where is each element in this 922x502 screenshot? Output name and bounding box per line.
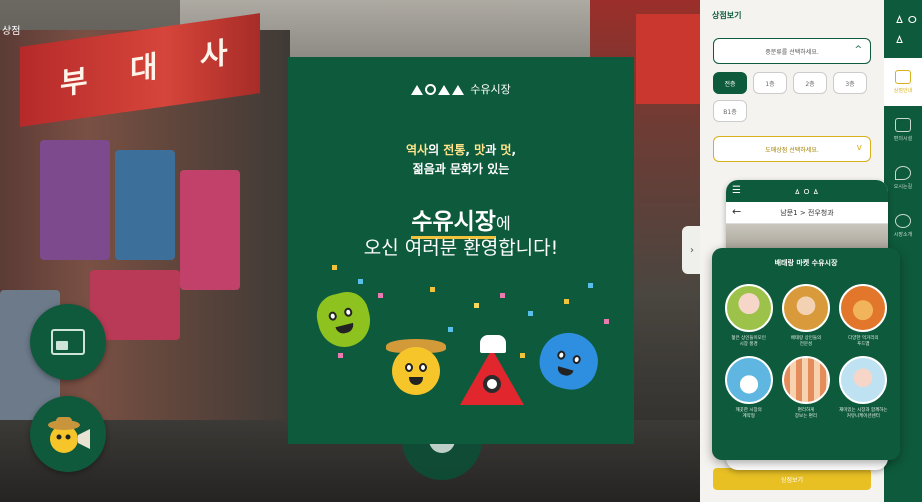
- mascot-megaphone-icon: [48, 417, 90, 453]
- map-pin-icon: [895, 166, 911, 180]
- market-card-item[interactable]: 깨끗한 시장의 계약형: [720, 356, 777, 420]
- screen-mode-button[interactable]: [30, 304, 106, 380]
- shop-select[interactable]: 도매상점 선택하세요. v: [713, 136, 871, 162]
- screen-icon: [51, 329, 85, 355]
- mobile-header: ☰ ㅿㅇㅿ: [726, 180, 888, 202]
- shop-select-value: 도매상점 선택하세요.: [765, 146, 819, 154]
- goods-stack: [40, 140, 110, 260]
- mobile-location: 남문1 > 전우청과: [780, 208, 834, 217]
- logo-mark-icon: [411, 83, 465, 95]
- confetti: [528, 311, 533, 316]
- market-thumb: [781, 356, 830, 404]
- info-icon: [895, 214, 911, 228]
- market-card-item[interactable]: 젊은 상인들이모인 시장 풍경: [720, 284, 777, 348]
- drawer-toggle-chevron-icon[interactable]: ›: [682, 226, 702, 274]
- mascot-green: [312, 287, 376, 353]
- goods-stack: [115, 150, 175, 260]
- goods-stack: [180, 170, 240, 290]
- confetti: [564, 299, 569, 304]
- nav-item-directions[interactable]: 오시는길: [884, 154, 922, 202]
- confetti: [588, 283, 593, 288]
- modal-subtitle: 역사의 전통, 맛과 멋, 젊음과 문화가 있는: [288, 141, 634, 179]
- modal-title-suffix: 에: [495, 214, 511, 233]
- confetti: [358, 279, 363, 284]
- mascot-red-eye: [483, 375, 501, 393]
- market-info-card: 배태랑 마켓 수유시장 젊은 상인들이모인 시장 풍경 배태랑 상인들의 전문성 다…: [712, 248, 900, 460]
- market-card-item[interactable]: 재미있는 시장과 함께하는 커뮤니케이션센터: [835, 356, 892, 420]
- category-select[interactable]: 중분류를 선택하세요. ^: [713, 38, 871, 64]
- mobile-location-bar: ← 남문1 > 전우청과: [726, 202, 888, 224]
- panel-title: 상점보기: [712, 11, 742, 20]
- logo-name: 수유시장: [470, 83, 511, 96]
- modal-title: 수유시장에: [288, 202, 634, 239]
- floor-button[interactable]: 2층: [793, 72, 827, 94]
- nav-item-shops[interactable]: 상점안내: [884, 58, 922, 106]
- floor-button[interactable]: 전층: [713, 72, 747, 94]
- modal-logo: 수유시장: [288, 81, 634, 97]
- market-thumb: [839, 284, 888, 332]
- modal-subtitle-line2: 젊음과 문화가 있는: [412, 162, 510, 176]
- modal-subtitle-line1: 역사의 전통, 맛과 멋,: [405, 143, 517, 157]
- modal-welcome-text: 오신 여러분 환영합니다!: [363, 237, 559, 259]
- confetti: [378, 293, 383, 298]
- nav-item-facilities[interactable]: 편의시설: [884, 106, 922, 154]
- scene-corner-label: 상점: [2, 26, 21, 37]
- nav-item-about[interactable]: 시장소개: [884, 202, 922, 250]
- confetti: [500, 293, 505, 298]
- floor-button[interactable]: 1층: [753, 72, 787, 94]
- floor-button[interactable]: B1층: [713, 100, 747, 122]
- sign-glyph: 사: [200, 36, 228, 74]
- store-icon: [895, 70, 911, 84]
- floor-button[interactable]: 3층: [833, 72, 867, 94]
- market-thumb: [781, 284, 830, 332]
- back-arrow-icon[interactable]: ←: [732, 205, 741, 218]
- market-thumb: [724, 356, 773, 404]
- mascot-audio-button[interactable]: [30, 396, 106, 472]
- mascot-red-chef-hat: [480, 335, 506, 353]
- confetti: [604, 319, 609, 324]
- confetti: [474, 303, 479, 308]
- scene-sign-right: [636, 14, 700, 104]
- market-thumb: [839, 356, 888, 404]
- mobile-logo: ㅿㅇㅿ: [793, 188, 821, 198]
- mascot-blue: [533, 326, 605, 396]
- view-shops-button[interactable]: 상점보기: [713, 468, 871, 490]
- market-card-title: 배태랑 마켓 수유시장: [774, 259, 838, 267]
- confetti: [448, 327, 453, 332]
- confetti: [430, 287, 435, 292]
- confetti: [338, 353, 343, 358]
- market-card-item[interactable]: 다양한 먹거리의 푸드맵: [835, 284, 892, 348]
- market-card-item[interactable]: 편리하게 장보는 편리: [777, 356, 834, 420]
- facility-icon: [895, 118, 911, 132]
- market-card-item[interactable]: 배태랑 상인들의 전문성: [777, 284, 834, 348]
- welcome-modal[interactable]: 수유시장 역사의 전통, 맛과 멋, 젊음과 문화가 있는 수유시장에 오신 여…: [288, 57, 634, 444]
- chevron-up-icon: ^: [854, 45, 862, 55]
- market-thumb: [724, 284, 773, 332]
- chevron-down-icon: v: [856, 143, 862, 153]
- sign-glyph: 대: [130, 50, 158, 88]
- sign-glyph: 부: [60, 64, 88, 102]
- nav-logo: ㅿㅇㅿ: [893, 13, 919, 49]
- confetti: [332, 265, 337, 270]
- mascot-yellow: [392, 347, 440, 395]
- app-root: 부 대 사 상점 수유시장 역사의 전통, 맛과 멋, 젊음과 문화가 있는 수…: [0, 0, 922, 502]
- market-card-grid: 젊은 상인들이모인 시장 풍경 배태랑 상인들의 전문성 다양한 먹거리의 푸드맵 깨…: [720, 284, 892, 420]
- category-select-value: 중분류를 선택하세요.: [765, 48, 819, 56]
